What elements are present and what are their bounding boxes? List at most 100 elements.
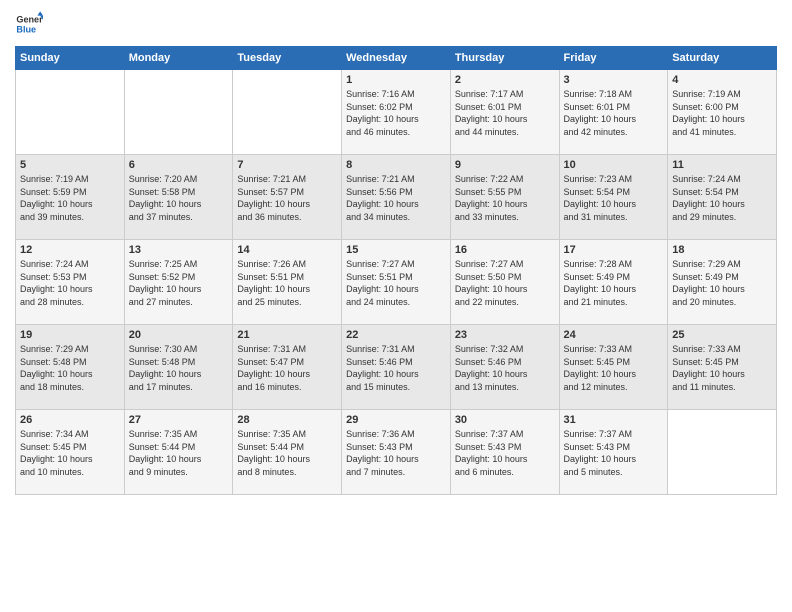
day-info: Sunrise: 7:16 AM Sunset: 6:02 PM Dayligh… [346, 88, 446, 138]
calendar-cell: 20Sunrise: 7:30 AM Sunset: 5:48 PM Dayli… [124, 325, 233, 410]
calendar-cell: 31Sunrise: 7:37 AM Sunset: 5:43 PM Dayli… [559, 410, 668, 495]
day-info: Sunrise: 7:19 AM Sunset: 5:59 PM Dayligh… [20, 173, 120, 223]
day-number: 16 [455, 244, 555, 256]
day-info: Sunrise: 7:36 AM Sunset: 5:43 PM Dayligh… [346, 428, 446, 478]
calendar-week-row: 1 Sunrise: 7:16 AM Sunset: 6:02 PM Daylig… [16, 70, 777, 155]
day-header-friday: Friday [559, 47, 668, 70]
day-number: 19 [20, 329, 120, 341]
day-number: 9 [455, 159, 555, 171]
day-number: 18 [672, 244, 772, 256]
calendar-cell: 27 Sunrise: 7:35 AM Sunset: 5:44 PM Dayli… [124, 410, 233, 495]
calendar-table: SundayMondayTuesdayWednesdayThursdayFrid… [15, 46, 777, 495]
calendar-cell: 13 Sunrise: 7:25 AM Sunset: 5:52 PM Dayli… [124, 240, 233, 325]
page: General Blue SundayMondayTuesdayWednesda… [0, 0, 792, 612]
day-header-sunday: Sunday [16, 47, 125, 70]
calendar-cell: 28 Sunrise: 7:35 AM Sunset: 5:44 PM Dayli… [233, 410, 342, 495]
day-info: Sunrise: 7:35 AM Sunset: 5:44 PM Dayligh… [237, 428, 337, 478]
day-info: Sunrise: 7:29 AM Sunset: 5:49 PM Dayligh… [672, 258, 772, 308]
day-number: 15 [346, 244, 446, 256]
day-number: 3 [564, 74, 664, 86]
day-number: 13 [129, 244, 229, 256]
day-info: Sunrise: 7:35 AM Sunset: 5:44 PM Dayligh… [129, 428, 229, 478]
day-info: Sunrise: 7:33 AM Sunset: 5:45 PM Dayligh… [672, 343, 772, 393]
calendar-cell: 21 Sunrise: 7:31 AM Sunset: 5:47 PM Dayli… [233, 325, 342, 410]
calendar-week-row: 12 Sunrise: 7:24 AM Sunset: 5:53 PM Dayli… [16, 240, 777, 325]
day-info: Sunrise: 7:27 AM Sunset: 5:51 PM Dayligh… [346, 258, 446, 308]
day-number: 11 [672, 159, 772, 171]
calendar-cell: 2 Sunrise: 7:17 AM Sunset: 6:01 PM Daylig… [450, 70, 559, 155]
calendar-cell: 18 Sunrise: 7:29 AM Sunset: 5:49 PM Dayli… [668, 240, 777, 325]
calendar-cell [233, 70, 342, 155]
logo: General Blue [15, 10, 47, 38]
day-info: Sunrise: 7:31 AM Sunset: 5:47 PM Dayligh… [237, 343, 337, 393]
calendar-cell: 14Sunrise: 7:26 AM Sunset: 5:51 PM Dayli… [233, 240, 342, 325]
calendar-cell: 22 Sunrise: 7:31 AM Sunset: 5:46 PM Dayli… [342, 325, 451, 410]
calendar-week-row: 19 Sunrise: 7:29 AM Sunset: 5:48 PM Dayli… [16, 325, 777, 410]
calendar-cell: 3Sunrise: 7:18 AM Sunset: 6:01 PM Daylig… [559, 70, 668, 155]
calendar-cell: 16 Sunrise: 7:27 AM Sunset: 5:50 PM Dayli… [450, 240, 559, 325]
day-number: 26 [20, 414, 120, 426]
day-info: Sunrise: 7:21 AM Sunset: 5:56 PM Dayligh… [346, 173, 446, 223]
calendar-cell [124, 70, 233, 155]
day-info: Sunrise: 7:29 AM Sunset: 5:48 PM Dayligh… [20, 343, 120, 393]
calendar-cell: 24 Sunrise: 7:33 AM Sunset: 5:45 PM Dayli… [559, 325, 668, 410]
day-number: 6 [129, 159, 229, 171]
calendar-header-row: SundayMondayTuesdayWednesdayThursdayFrid… [16, 47, 777, 70]
day-info: Sunrise: 7:32 AM Sunset: 5:46 PM Dayligh… [455, 343, 555, 393]
day-number: 1 [346, 74, 446, 86]
calendar-cell: 23 Sunrise: 7:32 AM Sunset: 5:46 PM Dayli… [450, 325, 559, 410]
svg-text:Blue: Blue [16, 24, 36, 34]
svg-text:General: General [16, 15, 43, 25]
day-number: 21 [237, 329, 337, 341]
day-number: 31 [564, 414, 664, 426]
day-header-thursday: Thursday [450, 47, 559, 70]
logo-icon: General Blue [15, 10, 43, 38]
day-number: 22 [346, 329, 446, 341]
header: General Blue [15, 10, 777, 38]
calendar-cell: 8 Sunrise: 7:21 AM Sunset: 5:56 PM Daylig… [342, 155, 451, 240]
calendar-cell: 4Sunrise: 7:19 AM Sunset: 6:00 PM Daylig… [668, 70, 777, 155]
day-info: Sunrise: 7:33 AM Sunset: 5:45 PM Dayligh… [564, 343, 664, 393]
calendar-cell: 9 Sunrise: 7:22 AM Sunset: 5:55 PM Daylig… [450, 155, 559, 240]
day-info: Sunrise: 7:17 AM Sunset: 6:01 PM Dayligh… [455, 88, 555, 138]
day-number: 27 [129, 414, 229, 426]
day-header-monday: Monday [124, 47, 233, 70]
day-number: 2 [455, 74, 555, 86]
day-number: 23 [455, 329, 555, 341]
calendar-cell: 17 Sunrise: 7:28 AM Sunset: 5:49 PM Dayli… [559, 240, 668, 325]
day-number: 10 [564, 159, 664, 171]
day-number: 24 [564, 329, 664, 341]
day-info: Sunrise: 7:34 AM Sunset: 5:45 PM Dayligh… [20, 428, 120, 478]
calendar-cell: 1 Sunrise: 7:16 AM Sunset: 6:02 PM Daylig… [342, 70, 451, 155]
day-header-tuesday: Tuesday [233, 47, 342, 70]
calendar-cell: 10 Sunrise: 7:23 AM Sunset: 5:54 PM Dayli… [559, 155, 668, 240]
calendar-cell: 26 Sunrise: 7:34 AM Sunset: 5:45 PM Dayli… [16, 410, 125, 495]
calendar-cell: 30Sunrise: 7:37 AM Sunset: 5:43 PM Dayli… [450, 410, 559, 495]
day-number: 30 [455, 414, 555, 426]
day-header-saturday: Saturday [668, 47, 777, 70]
day-number: 25 [672, 329, 772, 341]
day-number: 17 [564, 244, 664, 256]
day-number: 8 [346, 159, 446, 171]
calendar-week-row: 5Sunrise: 7:19 AM Sunset: 5:59 PM Daylig… [16, 155, 777, 240]
day-number: 12 [20, 244, 120, 256]
day-info: Sunrise: 7:21 AM Sunset: 5:57 PM Dayligh… [237, 173, 337, 223]
day-info: Sunrise: 7:25 AM Sunset: 5:52 PM Dayligh… [129, 258, 229, 308]
day-number: 4 [672, 74, 772, 86]
calendar-cell: 12 Sunrise: 7:24 AM Sunset: 5:53 PM Dayli… [16, 240, 125, 325]
day-number: 7 [237, 159, 337, 171]
calendar-cell: 11Sunrise: 7:24 AM Sunset: 5:54 PM Dayli… [668, 155, 777, 240]
calendar-cell [668, 410, 777, 495]
day-number: 28 [237, 414, 337, 426]
day-info: Sunrise: 7:31 AM Sunset: 5:46 PM Dayligh… [346, 343, 446, 393]
calendar-cell: 25 Sunrise: 7:33 AM Sunset: 5:45 PM Dayli… [668, 325, 777, 410]
day-info: Sunrise: 7:22 AM Sunset: 5:55 PM Dayligh… [455, 173, 555, 223]
calendar-cell: 5Sunrise: 7:19 AM Sunset: 5:59 PM Daylig… [16, 155, 125, 240]
day-info: Sunrise: 7:23 AM Sunset: 5:54 PM Dayligh… [564, 173, 664, 223]
day-number: 29 [346, 414, 446, 426]
calendar-cell: 15 Sunrise: 7:27 AM Sunset: 5:51 PM Dayli… [342, 240, 451, 325]
day-info: Sunrise: 7:28 AM Sunset: 5:49 PM Dayligh… [564, 258, 664, 308]
calendar-cell: 29 Sunrise: 7:36 AM Sunset: 5:43 PM Dayli… [342, 410, 451, 495]
day-info: Sunrise: 7:24 AM Sunset: 5:53 PM Dayligh… [20, 258, 120, 308]
day-info: Sunrise: 7:27 AM Sunset: 5:50 PM Dayligh… [455, 258, 555, 308]
